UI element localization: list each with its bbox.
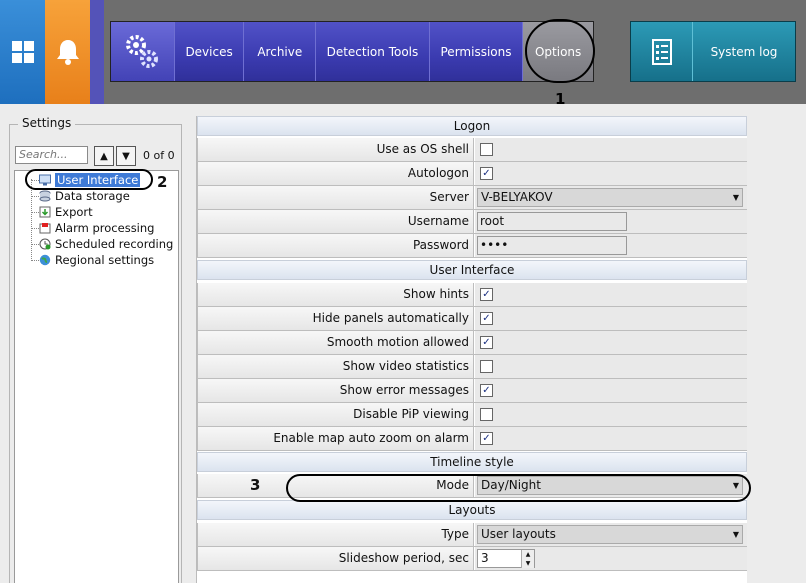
windows-grid-icon [11,41,34,63]
system-log-icon-button[interactable] [631,22,693,81]
row-label: Password [198,234,474,257]
row-label: Type [198,523,474,546]
callout-ring-user-interface [25,169,153,190]
row-hide-panels: Hide panels automatically ✓ [197,307,747,331]
export-icon [39,206,51,218]
map-auto-zoom-checkbox[interactable]: ✓ [480,432,493,445]
tree-item-data-storage[interactable]: Data storage [55,188,130,204]
chevron-down-icon: ▼ [732,193,739,202]
video-statistics-checkbox[interactable] [480,360,493,373]
row-error-messages: Show error messages ✓ [197,379,747,403]
layout-type-value: User layouts [481,527,556,541]
password-field[interactable]: •••• [477,236,627,255]
toolbar-strip [90,0,104,104]
row-label: Server [198,186,474,209]
row-map-auto-zoom: Enable map auto zoom on alarm ✓ [197,427,747,451]
callout-ring-timeline-mode [286,474,751,502]
row-label: Slideshow period, sec [198,547,474,570]
alarm-icon [39,223,51,234]
row-show-hints: Show hints ✓ [197,283,747,307]
search-next-button[interactable]: ▼ [116,146,136,166]
windows-menu-button[interactable] [0,0,45,104]
tree-item-alarm-processing[interactable]: Alarm processing [55,220,154,236]
row-video-statistics: Show video statistics [197,355,747,379]
row-label: Username [198,210,474,233]
section-user-interface: User Interface [197,260,747,280]
row-label: Hide panels automatically [198,307,474,330]
row-server: Server V-BELYAKOV ▼ [197,186,747,210]
row-autologon: Autologon ✓ [197,162,747,186]
show-hints-checkbox[interactable]: ✓ [480,288,493,301]
tree-item-scheduled-recording[interactable]: Scheduled recording [55,236,173,252]
tree-item-regional-settings[interactable]: Regional settings [55,252,154,268]
row-label: Show hints [198,283,474,306]
options-grid: Logon Use as OS shell Autologon ✓ Server… [196,116,747,583]
stepper-up-icon[interactable]: ▲ [521,550,534,559]
callout-number-3: 3 [250,476,261,494]
row-label: Show video statistics [198,355,474,378]
layout-type-select[interactable]: User layouts ▼ [477,525,743,544]
row-label: Use as OS shell [198,138,474,161]
section-timeline-style: Timeline style [197,452,747,472]
alarms-button[interactable] [45,0,90,104]
app-window: Devices Archive Detection Tools Permissi… [0,0,806,583]
nav-permissions[interactable]: Permissions [429,22,524,81]
row-use-os-shell: Use as OS shell [197,138,747,162]
gears-icon [126,34,159,68]
row-username: Username root [197,210,747,234]
system-log-group: System log [630,21,796,82]
row-password: Password •••• [197,234,747,258]
log-list-icon [651,38,672,65]
row-disable-pip: Disable PiP viewing [197,403,747,427]
callout-number-2: 2 [157,173,168,191]
nav-devices[interactable]: Devices [174,22,245,81]
server-value: V-BELYAKOV [481,190,553,204]
globe-icon [39,254,51,266]
username-field[interactable]: root [477,212,627,231]
settings-tree: User Interface Data storage Export Alarm… [14,170,179,583]
disable-pip-checkbox[interactable] [480,408,493,421]
nav-detection-tools[interactable]: Detection Tools [316,22,430,81]
row-label: Show error messages [198,379,474,402]
slideshow-period-stepper[interactable]: 3 ▲ ▼ [477,549,535,568]
error-messages-checkbox[interactable]: ✓ [480,384,493,397]
server-select[interactable]: V-BELYAKOV ▼ [477,188,743,207]
clock-icon [39,238,51,250]
nav-system-log[interactable]: System log [693,22,795,81]
use-os-shell-checkbox[interactable] [480,143,493,156]
callout-number-1: 1 [555,90,566,108]
search-result-count: 0 of 0 [143,149,175,162]
main-nav: Devices Archive Detection Tools Permissi… [110,21,594,82]
row-smooth-motion: Smooth motion allowed ✓ [197,331,747,355]
smooth-motion-checkbox[interactable]: ✓ [480,336,493,349]
nav-archive[interactable]: Archive [244,22,317,81]
section-logon: Logon [197,116,747,136]
row-label: Enable map auto zoom on alarm [198,427,474,450]
search-prev-button[interactable]: ▲ [94,146,114,166]
row-label: Autologon [198,162,474,185]
row-layout-type: Type User layouts ▼ [197,523,747,547]
chevron-down-icon: ▼ [732,530,739,539]
row-label: Smooth motion allowed [198,331,474,354]
database-icon [39,190,51,202]
hide-panels-checkbox[interactable]: ✓ [480,312,493,325]
slideshow-period-value: 3 [481,551,489,565]
settings-gear-button[interactable] [111,22,175,81]
row-label: Disable PiP viewing [198,403,474,426]
row-slideshow-period: Slideshow period, sec 3 ▲ ▼ [197,547,747,571]
bell-icon [56,40,79,65]
tree-item-export[interactable]: Export [55,204,93,220]
search-input[interactable]: Search... [15,146,88,164]
stepper-down-icon[interactable]: ▼ [521,559,534,568]
settings-title: Settings [18,116,76,130]
autologon-checkbox[interactable]: ✓ [480,167,493,180]
callout-ring-options [525,19,595,83]
section-layouts: Layouts [197,500,747,520]
